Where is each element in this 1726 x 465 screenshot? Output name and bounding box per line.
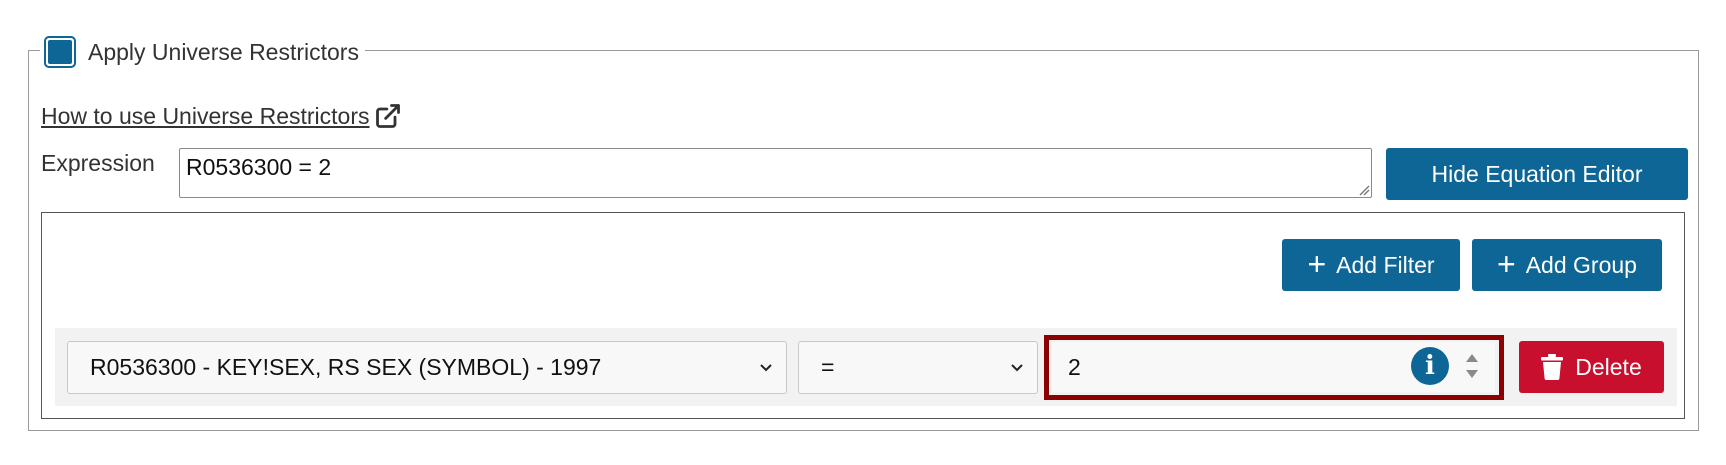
operator-select[interactable]: =: [798, 341, 1038, 394]
field-select[interactable]: R0536300 - KEY!SEX, RS SEX (SYMBOL) - 19…: [67, 341, 787, 394]
plus-icon: +: [1497, 245, 1516, 282]
add-filter-label: Add Filter: [1336, 251, 1435, 278]
legend-label: Apply Universe Restrictors: [88, 38, 359, 65]
how-to-use-link-label: How to use Universe Restrictors: [41, 102, 370, 129]
info-icon[interactable]: i: [1411, 347, 1449, 385]
delete-label: Delete: [1575, 353, 1642, 380]
apply-restrictors-checkbox[interactable]: [44, 36, 76, 68]
how-to-use-link[interactable]: How to use Universe Restrictors: [41, 102, 402, 130]
resize-grip-icon[interactable]: [1358, 184, 1370, 196]
plus-icon: +: [1307, 245, 1327, 282]
chevron-down-icon: [760, 364, 772, 372]
delete-rule-button[interactable]: Delete: [1519, 341, 1664, 393]
spinner-icon[interactable]: [1464, 351, 1480, 381]
expression-label: Expression: [41, 150, 155, 176]
add-group-label: Add Group: [1525, 251, 1637, 278]
add-filter-button[interactable]: + Add Filter: [1282, 239, 1460, 291]
value-input-text: 2: [1068, 353, 1081, 380]
operator-select-value: =: [821, 354, 835, 380]
expression-textarea[interactable]: R0536300 = 2: [179, 148, 1372, 198]
chevron-down-icon: [1011, 364, 1023, 372]
add-group-button[interactable]: + Add Group: [1472, 239, 1662, 291]
checkbox-icon: [48, 40, 72, 64]
external-link-icon: [375, 104, 400, 128]
field-select-value: R0536300 - KEY!SEX, RS SEX (SYMBOL) - 19…: [90, 354, 602, 380]
hide-equation-editor-button[interactable]: Hide Equation Editor: [1386, 148, 1688, 200]
trash-icon: [1541, 354, 1564, 380]
fieldset-legend: Apply Universe Restrictors: [40, 32, 365, 72]
